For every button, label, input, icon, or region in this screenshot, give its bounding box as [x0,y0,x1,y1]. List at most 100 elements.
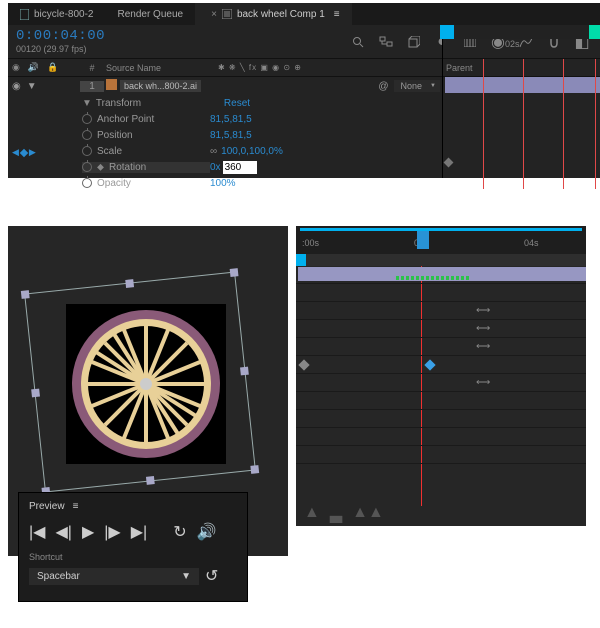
layer-name[interactable]: back wh...800-2.ai [120,80,201,92]
opacity-value[interactable]: 100% [210,178,236,189]
keyframe[interactable] [298,359,309,370]
shortcut-dropdown[interactable]: Spacebar ▼ [29,568,199,585]
composition-flowchart-icon[interactable] [378,34,394,50]
reset-shortcut-icon[interactable]: ↺ [205,566,218,586]
transform-handle[interactable] [230,268,239,277]
zoom-slider[interactable]: ▃ [330,504,342,524]
switches-header: ✱ ❋ ╲ fx ▣ ◉ ⊙ ⊕ [208,63,440,72]
add-keyframe-icon[interactable]: ⬥ [97,162,104,173]
prev-frame-button[interactable]: ◀| [55,522,71,542]
time-ruler[interactable]: :00s 02s 04s [296,226,586,254]
composition-icon [222,9,232,19]
last-frame-button[interactable]: ▶| [131,522,147,542]
prop-label: Anchor Point [97,114,154,125]
rotation-degrees-input[interactable] [223,161,257,174]
marker[interactable] [523,59,524,189]
chevron-down-icon: ▼ [181,571,191,582]
current-timecode[interactable]: 0:00:04:00 [16,28,105,44]
play-button[interactable]: ▶ [82,522,94,542]
position-value[interactable]: 81,5,81,5 [210,130,252,141]
source-name-header[interactable]: Source Name [104,63,208,73]
work-area-end[interactable] [589,25,600,39]
collapse-arrow-icon[interactable]: ▼ [82,98,92,109]
transform-handle[interactable] [250,465,259,474]
prev-keyframe-icon[interactable]: ◀ [12,147,19,158]
transform-handle[interactable] [240,367,249,376]
ruler-tick: :00s [302,238,319,248]
visibility-column-icon[interactable]: ◉ [12,62,20,73]
lock-column-icon[interactable]: 🔒 [47,62,58,73]
current-time-indicator[interactable] [440,25,454,39]
index-column-icon[interactable]: # [80,63,104,73]
transform-handle[interactable] [31,389,40,398]
ai-file-icon [106,79,117,93]
zoom-out-icon[interactable]: ▲ [304,504,320,524]
prop-label: Position [97,130,133,141]
transform-label: Transform [96,98,224,109]
anchor-point-value[interactable]: 81,5,81,5 [210,114,252,125]
visibility-toggle-icon[interactable]: ◉ [12,81,21,92]
mute-button[interactable]: 🔊 [197,522,217,542]
scale-value[interactable]: 100,0,100,0% [221,146,283,157]
ruler-tick: 02s [505,39,520,59]
pickwhip-icon[interactable]: @ [378,81,388,92]
next-frame-button[interactable]: |▶ [104,522,120,542]
keyframe[interactable] [424,359,435,370]
tab-bicycle[interactable]: bicycle-800-2 [8,3,105,25]
expand-arrow-icon[interactable]: ▼ [27,81,37,92]
zoom-in-icon[interactable]: ▲▲ [352,504,384,524]
stopwatch-icon[interactable] [82,146,92,156]
prop-label: Opacity [97,178,131,189]
parent-dropdown[interactable]: None [394,80,440,92]
tab-label: bicycle-800-2 [34,9,93,20]
wheel-graphic [66,304,226,464]
panel-menu-icon[interactable]: ≡ [334,9,340,20]
work-area[interactable] [296,254,586,266]
ibeam-icon[interactable]: ⟷ [476,305,490,317]
ibeam-icon[interactable]: ⟷ [476,377,490,389]
stopwatch-icon[interactable] [82,130,92,140]
transform-handle[interactable] [146,476,155,485]
keyframe-navigator: ◀ ▶ [12,147,36,158]
add-keyframe-button[interactable] [20,148,28,156]
timeline-zoom-controls: ▲ ▃ ▲▲ [304,504,384,524]
constrain-proportions-icon[interactable]: ∞ [210,146,217,157]
close-icon[interactable]: × [211,9,217,20]
preview-title: Preview [29,501,65,512]
keyframe[interactable] [444,158,454,168]
first-frame-button[interactable]: |◀ [29,522,45,542]
loop-button[interactable]: ↻ [173,522,186,542]
marker[interactable] [483,59,484,189]
timeline-panel: bicycle-800-2 Render Queue × back wheel … [8,3,600,178]
transform-handle[interactable] [21,290,30,299]
prop-label: Scale [97,146,122,157]
work-area-start[interactable] [296,254,306,266]
frame-rate-label: 00120 (29.97 fps) [16,44,105,54]
marker[interactable] [563,59,564,189]
stopwatch-icon[interactable] [82,114,92,124]
tab-back-wheel-comp[interactable]: × back wheel Comp 1 ≡ [195,3,352,25]
work-area-bar[interactable] [300,228,582,231]
rotation-revolutions[interactable]: 0x [210,162,221,173]
panel-menu-icon[interactable]: ≡ [73,501,79,512]
audio-column-icon[interactable]: 🔊 [28,62,39,73]
search-icon[interactable] [350,34,366,50]
marker[interactable] [595,59,596,189]
shortcut-label: Shortcut [29,552,237,562]
stopwatch-icon[interactable] [82,162,92,172]
ruler-tick: 04s [524,238,539,248]
ibeam-icon[interactable]: ⟷ [476,341,490,353]
reset-button[interactable]: Reset [224,98,250,109]
timeline-tracks [442,59,600,178]
preview-panel: Preview ≡ |◀ ◀| ▶ |▶ ▶| ↻ 🔊 Shortcut Spa… [18,492,248,602]
current-time-indicator[interactable] [417,231,429,249]
time-ruler[interactable]: 02s [442,25,600,59]
stopwatch-icon[interactable] [82,178,92,188]
tab-bar: bicycle-800-2 Render Queue × back wheel … [8,3,600,25]
draft-3d-icon[interactable] [406,34,422,50]
next-keyframe-icon[interactable]: ▶ [29,147,36,158]
tab-render-queue[interactable]: Render Queue [105,3,195,25]
wheel-layer[interactable] [66,304,226,464]
transform-handle[interactable] [125,279,134,288]
ibeam-icon[interactable]: ⟷ [476,323,490,335]
